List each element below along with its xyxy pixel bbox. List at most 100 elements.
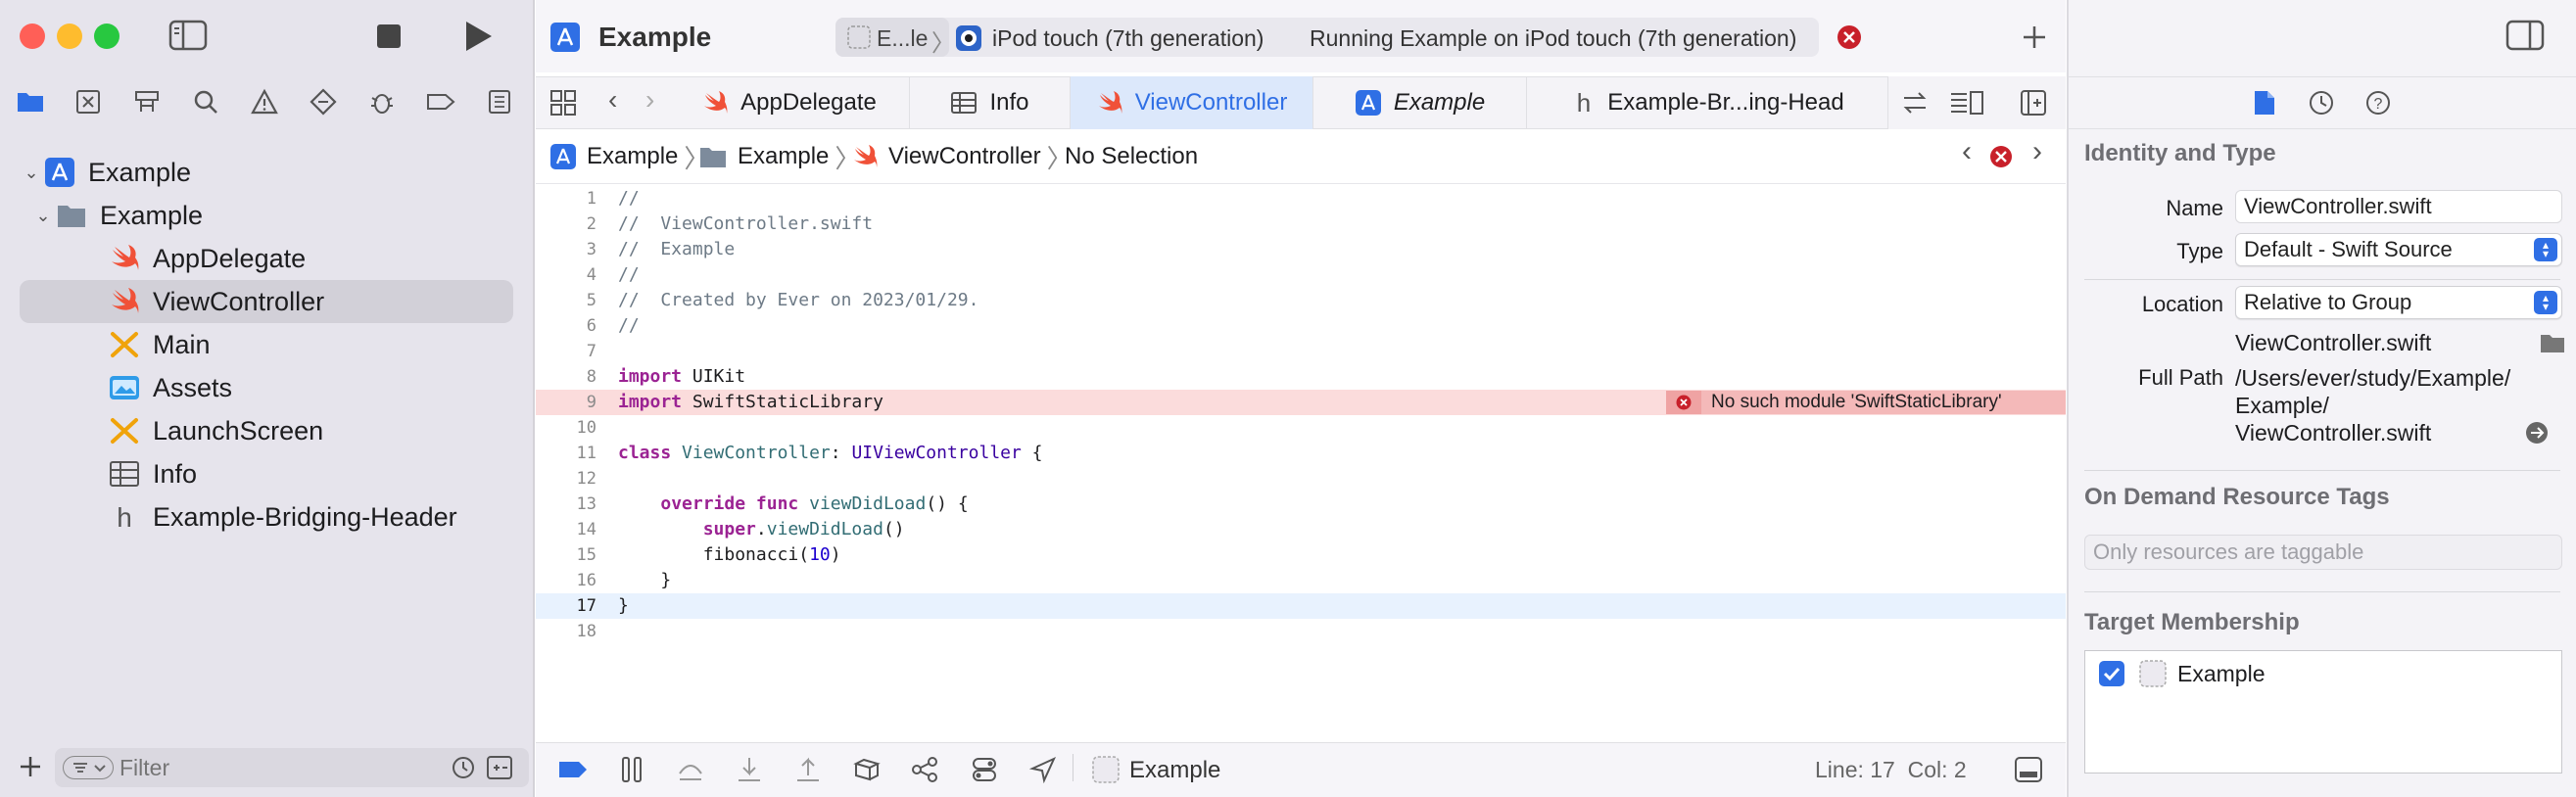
line-number[interactable]: 12 [536,466,596,492]
source-control-filter-icon[interactable] [486,755,513,780]
editor-options-icon[interactable] [1949,89,1984,117]
view-hierarchy-icon[interactable] [849,752,884,787]
library-add-icon[interactable] [2021,23,2048,51]
debug-navigator-icon[interactable] [368,88,396,116]
step-out-icon[interactable] [790,752,826,787]
code-line[interactable]: // [618,186,640,211]
tab-0[interactable]: AppDelegate [669,76,910,129]
code-line[interactable]: // Created by Ever on 2023/01/29. [618,288,978,313]
line-number[interactable]: 9 [536,390,596,415]
code-line[interactable]: // [618,313,640,339]
run-icon[interactable] [462,20,494,53]
disclosure-icon[interactable]: ⌄ [20,163,43,183]
swap-icon[interactable] [1900,89,1930,117]
odr-tags-field[interactable]: Only resources are taggable [2084,535,2562,570]
nav-item-assets[interactable]: Assets [20,366,513,409]
code-line[interactable]: } [618,568,671,593]
name-field[interactable]: ViewController.swift [2235,190,2562,223]
line-number[interactable]: 15 [536,542,596,568]
recent-files-icon[interactable] [451,755,476,780]
pause-icon[interactable] [614,752,649,787]
nav-item-main[interactable]: Main [20,323,513,366]
line-number[interactable]: 8 [536,364,596,390]
choose-folder-icon[interactable] [2539,331,2566,354]
disclosure-icon[interactable]: ⌄ [31,206,55,226]
code-line[interactable]: // [618,262,640,288]
nav-item-viewcontroller[interactable]: ViewController [20,280,513,323]
tab-4[interactable]: h Example-Br...ing-Head [1527,76,1889,129]
breadcrumb-item[interactable]: ViewController 〉 [851,137,1073,176]
breadcrumb-item[interactable]: No Selection [1065,137,1198,176]
line-number[interactable]: 17 [536,593,596,619]
line-number[interactable]: 10 [536,415,596,441]
code-line[interactable]: override func viewDidLoad() { [618,492,968,517]
location-popup[interactable]: Relative to Group ▴ ▾ [2235,286,2562,319]
target-checkbox[interactable] [2099,661,2124,686]
history-inspector-icon[interactable] [2308,89,2335,117]
report-navigator-icon[interactable] [486,88,513,116]
zoom-window-button[interactable] [94,23,119,49]
device-name[interactable]: iPod touch (7th generation) [992,25,1264,52]
line-number[interactable]: 11 [536,441,596,466]
nav-item-info[interactable]: Info [20,452,513,495]
line-number[interactable]: 5 [536,288,596,313]
breakpoint-navigator-icon[interactable] [425,88,456,116]
nav-item-launchscreen[interactable]: LaunchScreen [20,409,513,452]
tab-2[interactable]: ViewController [1071,76,1313,129]
filter-input[interactable] [119,752,413,783]
nav-item-example[interactable]: ⌄ Example [20,151,513,194]
back-arrow-icon[interactable]: ‹ [608,84,617,116]
code-line[interactable]: super.viewDidLoad() [618,517,905,542]
breakpoints-toggle-icon[interactable] [555,752,591,787]
sidebar-toggle-icon[interactable] [168,20,208,51]
find-icon[interactable] [192,88,219,116]
line-number[interactable]: 3 [536,237,596,262]
memory-graph-icon[interactable] [908,752,943,787]
add-editor-icon[interactable] [2020,89,2047,117]
error-badge-icon[interactable] [1837,24,1862,50]
stop-icon[interactable] [376,23,402,49]
nav-item-example[interactable]: ⌄ Example [20,194,513,237]
code-line[interactable]: fibonacci(10) [618,542,841,568]
issue-navigator-icon[interactable] [251,88,278,116]
issue-error-icon[interactable] [1989,145,2013,168]
filter-options-icon[interactable] [63,756,114,779]
code-line[interactable]: // ViewController.swift [618,211,873,237]
line-number[interactable]: 18 [536,619,596,644]
line-number[interactable]: 13 [536,492,596,517]
step-over-icon[interactable] [673,752,708,787]
line-number[interactable]: 14 [536,517,596,542]
reveal-in-finder-icon[interactable] [2525,421,2549,445]
symbol-navigator-icon[interactable] [133,88,161,116]
nav-item-appdelegate[interactable]: AppDelegate [20,237,513,280]
help-inspector-icon[interactable]: ? [2364,89,2392,117]
test-navigator-icon[interactable] [310,88,337,116]
type-popup[interactable]: Default - Swift Source ▴ ▾ [2235,233,2562,266]
hide-debug-area-icon[interactable] [2011,752,2046,787]
breadcrumb-item[interactable]: Example 〉 [698,137,860,176]
folder-icon[interactable] [16,88,45,114]
line-number[interactable]: 1 [536,186,596,211]
tab-1[interactable]: Info [910,76,1071,129]
close-window-button[interactable] [20,23,45,49]
grid-related-items-icon[interactable] [549,89,577,117]
code-line[interactable]: import SwiftStaticLibrary [618,390,883,415]
nav-item-example-bridging-header[interactable]: h Example-Bridging-Header [20,495,513,539]
file-inspector-icon[interactable] [2253,89,2276,117]
forward-arrow-icon[interactable]: › [645,84,654,116]
simulate-location-icon[interactable] [1026,752,1061,787]
step-into-icon[interactable] [732,752,767,787]
tab-3[interactable]: Example [1313,76,1527,129]
add-icon[interactable] [18,754,43,779]
error-annotation[interactable]: No such module 'SwiftStaticLibrary' [1666,391,2066,414]
line-number[interactable]: 2 [536,211,596,237]
minimize-window-button[interactable] [57,23,82,49]
line-number[interactable]: 7 [536,339,596,364]
source-control-icon[interactable] [74,88,102,116]
environment-overrides-icon[interactable] [967,752,1002,787]
next-issue-icon[interactable]: › [2032,135,2042,168]
code-line[interactable]: import UIKit [618,364,745,390]
line-number[interactable]: 16 [536,568,596,593]
inspector-toggle-icon[interactable] [2505,20,2545,51]
line-number[interactable]: 6 [536,313,596,339]
